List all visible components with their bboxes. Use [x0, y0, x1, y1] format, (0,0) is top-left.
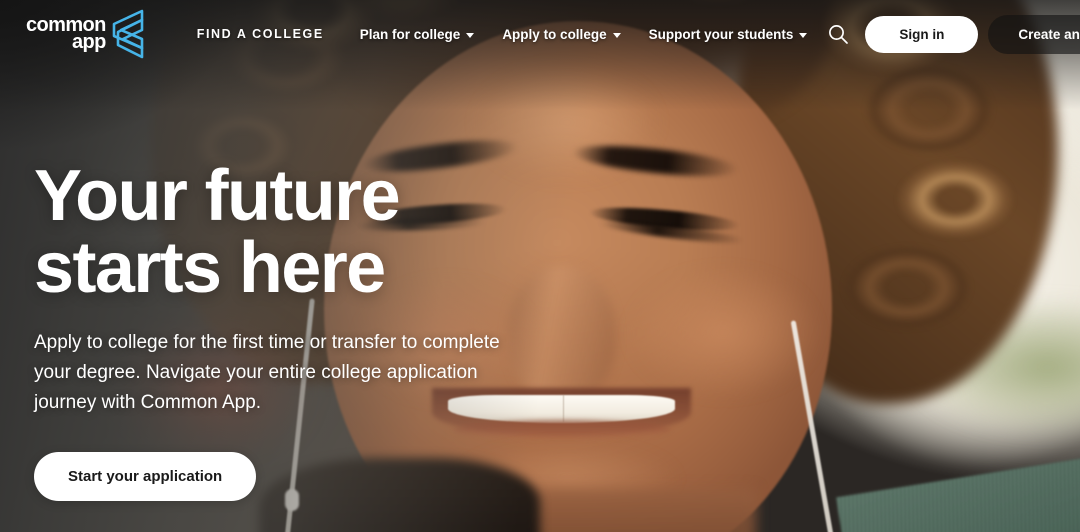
chevron-down-icon [612, 32, 621, 38]
hero-title-line-2: starts here [34, 228, 386, 308]
nav-plan-for-college-label: Plan for college [359, 26, 461, 42]
primary-nav: FIND A COLLEGE Plan for college Apply to… [183, 19, 822, 50]
create-account-button[interactable]: Create an account [988, 14, 1080, 54]
search-icon [829, 25, 849, 44]
hero-subtitle: Apply to college for the first time or t… [34, 332, 500, 414]
nav-find-a-college[interactable]: FIND A COLLEGE [183, 19, 346, 49]
commonapp-logo[interactable]: common app [26, 9, 149, 59]
nav-support-your-students[interactable]: Support your students [635, 19, 822, 50]
commonapp-ribbon-icon [112, 9, 144, 59]
hero-title: Your future starts here [34, 160, 554, 304]
logo-word-app: app [71, 31, 106, 53]
header-actions: Sign in Create an account [821, 14, 1080, 54]
site-header: common app FIND A COLLEGE Plan for colle… [0, 0, 1080, 68]
chevron-down-icon [466, 32, 475, 38]
search-button[interactable] [821, 17, 855, 51]
nav-plan-for-college[interactable]: Plan for college [346, 19, 489, 50]
hero-section: common app FIND A COLLEGE Plan for colle… [0, 0, 1080, 532]
nav-support-your-students-label: Support your students [648, 26, 794, 42]
chevron-down-icon [799, 32, 808, 38]
hero-title-line-1: Your future [34, 156, 401, 236]
start-your-application-button[interactable]: Start your application [34, 452, 257, 502]
logo-wordmark: common app [26, 15, 106, 53]
hero-content: Your future starts here Apply to college… [34, 160, 554, 502]
nav-apply-to-college[interactable]: Apply to college [488, 19, 634, 50]
sign-in-button[interactable]: Sign in [865, 15, 979, 53]
nav-apply-to-college-label: Apply to college [502, 26, 607, 42]
